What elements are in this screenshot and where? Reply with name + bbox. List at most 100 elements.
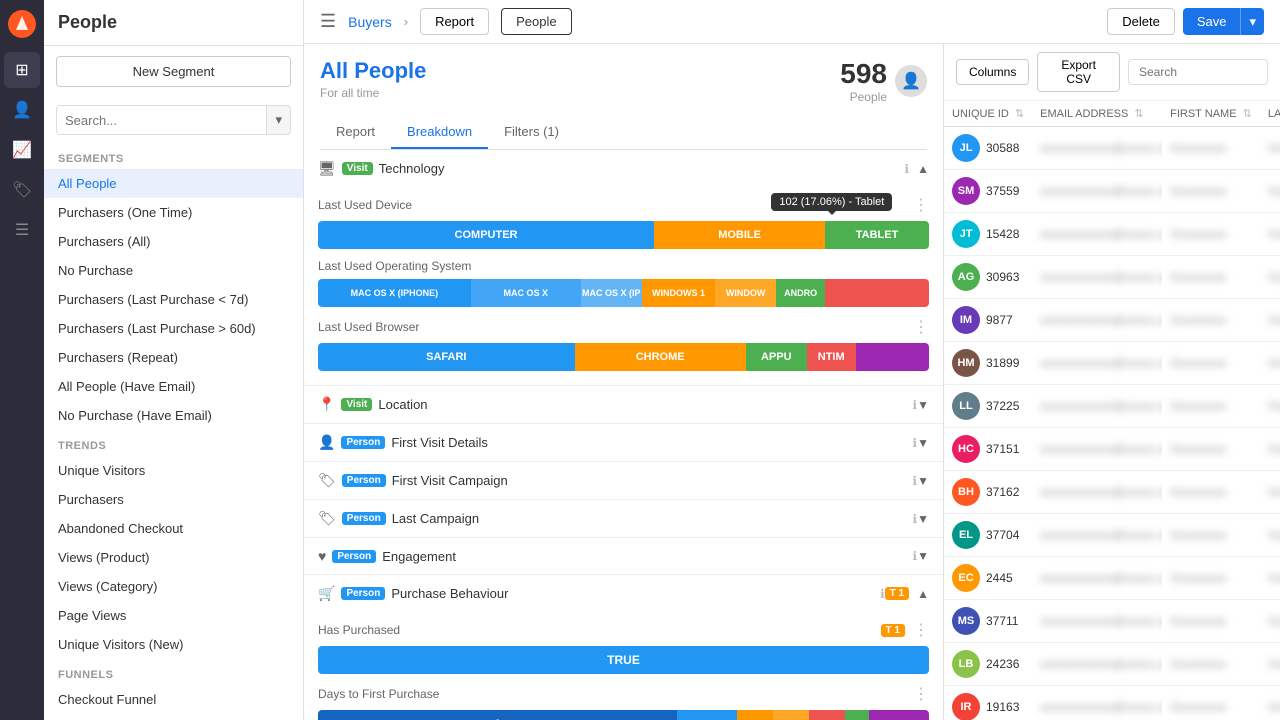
cell-uid: BH 37162 bbox=[944, 471, 1032, 514]
nav-icon-chart[interactable]: 📈 bbox=[4, 132, 40, 168]
cell-uid: IM 9877 bbox=[944, 299, 1032, 342]
table-row[interactable]: JL 30588 xxxxxxxxxxxx@xxxxx.xxx Xxxxxxxx… bbox=[944, 127, 1280, 170]
last-campaign-title: Last Campaign bbox=[392, 511, 909, 526]
trends-item-views-category[interactable]: Views (Category) bbox=[44, 572, 303, 601]
sidebar-item-purchasers-repeat[interactable]: Purchasers (Repeat) bbox=[44, 343, 303, 372]
technology-header[interactable]: 🖥 Visit Technology ℹ ▲ bbox=[304, 150, 943, 187]
last-campaign-header[interactable]: 🏷 Person Last Campaign ℹ ▼ bbox=[304, 500, 943, 537]
col-last-name[interactable]: LAST NAME ⇅ bbox=[1260, 101, 1280, 127]
sidebar-item-purchasers-7d[interactable]: Purchasers (Last Purchase < 7d) bbox=[44, 285, 303, 314]
cell-last-name: Xxxxxxxx bbox=[1260, 213, 1280, 256]
sidebar-item-all-have-email[interactable]: All People (Have Email) bbox=[44, 372, 303, 401]
first-visit-chevron-icon: ▼ bbox=[917, 436, 929, 450]
table-search-input[interactable] bbox=[1128, 59, 1268, 85]
columns-button[interactable]: Columns bbox=[956, 59, 1029, 85]
cell-uid: LB 24236 bbox=[944, 643, 1032, 686]
table-row[interactable]: AG 30963 xxxxxxxxxxxx@xxxxx.xxx Xxxxxxxx… bbox=[944, 256, 1280, 299]
table-row[interactable]: EC 2445 xxxxxxxxxxxx@xxxxx.xxx Xxxxxxxxx… bbox=[944, 557, 1280, 600]
tab-breakdown[interactable]: Breakdown bbox=[391, 116, 488, 149]
profile-icon: 👤 bbox=[895, 65, 927, 97]
save-dropdown-button[interactable]: ▾ bbox=[1240, 8, 1264, 35]
new-segment-button[interactable]: New Segment bbox=[56, 56, 291, 87]
engagement-badge: Person bbox=[332, 550, 376, 563]
sidebar-item-purchasers-one-time[interactable]: Purchasers (One Time) bbox=[44, 198, 303, 227]
cell-email: xxxxxxxxxxxx@xxxxx.xxx bbox=[1032, 686, 1162, 720]
tab-report[interactable]: Report bbox=[320, 116, 391, 149]
os-other bbox=[825, 279, 929, 307]
engagement-header[interactable]: ♥ Person Engagement ℹ ▼ bbox=[304, 538, 943, 574]
sidebar-item-purchasers-60d[interactable]: Purchasers (Last Purchase > 60d) bbox=[44, 314, 303, 343]
location-visit-badge: Visit bbox=[341, 398, 372, 411]
nav-icon-list[interactable]: ☰ bbox=[4, 212, 40, 248]
table-row[interactable]: BH 37162 xxxxxxxxxxxx@xxxxx.xxx Xxxxxxxx… bbox=[944, 471, 1280, 514]
trends-item-unique-visitors-new[interactable]: Unique Visitors (New) bbox=[44, 630, 303, 659]
col-email[interactable]: EMAIL ADDRESS ⇅ bbox=[1032, 101, 1162, 127]
col-first-name[interactable]: FIRST NAME ⇅ bbox=[1162, 101, 1260, 127]
save-button[interactable]: Save bbox=[1183, 8, 1241, 35]
first-visit-details-header[interactable]: 👤 Person First Visit Details ℹ ▼ bbox=[304, 424, 943, 461]
device-bar-container: COMPUTER MOBILE TABLET 102 (17.06%) - Ta… bbox=[318, 221, 929, 249]
purchase-behaviour-header[interactable]: 🛒 Person Purchase Behaviour ℹ T 1 ▲ bbox=[304, 575, 943, 612]
save-button-group: Save ▾ bbox=[1183, 8, 1264, 35]
table-row[interactable]: LL 37225 xxxxxxxxxxxx@xxxxx.xxx Xxxxxxxx… bbox=[944, 385, 1280, 428]
breadcrumb-buyers[interactable]: Buyers bbox=[348, 14, 392, 30]
cell-email: xxxxxxxxxxxx@xxxxx.xxx bbox=[1032, 643, 1162, 686]
has-purchased-t1: T 1 bbox=[881, 624, 905, 637]
trends-item-page-views[interactable]: Page Views bbox=[44, 601, 303, 630]
table-panel: Columns Export CSV UNIQUE ID ⇅ EMAIL ADD… bbox=[944, 44, 1280, 720]
location-chevron-icon: ▼ bbox=[917, 398, 929, 412]
sidebar-item-no-purchase[interactable]: No Purchase bbox=[44, 256, 303, 285]
campaign-icon: 🏷 bbox=[318, 472, 336, 489]
cell-first-name: Xxxxxxxxx bbox=[1162, 385, 1260, 428]
table-row[interactable]: IR 19163 xxxxxxxxxxxx@xxxxx.xxx Xxxxxxxx… bbox=[944, 686, 1280, 720]
nav-icon-tag[interactable]: 🏷 bbox=[4, 172, 40, 208]
trends-item-purchasers[interactable]: Purchasers bbox=[44, 485, 303, 514]
top-bar: ☰ Buyers › Report People Delete Save ▾ bbox=[304, 0, 1280, 44]
table-row[interactable]: HM 31899 xxxxxxxxxxxx@xxxxx.xxx Xxxxxxxx… bbox=[944, 342, 1280, 385]
sidebar-item-all-people[interactable]: All People bbox=[44, 169, 303, 198]
hamburger-icon[interactable]: ☰ bbox=[320, 11, 336, 32]
table-row[interactable]: IM 9877 xxxxxxxxxxxx@xxxxx.xxx Xxxxxxxxx… bbox=[944, 299, 1280, 342]
app-logo[interactable] bbox=[6, 8, 38, 40]
cell-email: xxxxxxxxxxxx@xxxxx.xxx bbox=[1032, 557, 1162, 600]
days-more-icon[interactable]: ⋮ bbox=[913, 684, 929, 704]
sidebar-search-input[interactable] bbox=[57, 107, 266, 134]
export-csv-button[interactable]: Export CSV bbox=[1037, 52, 1120, 92]
location-header[interactable]: 📍 Visit Location ℹ ▼ bbox=[304, 386, 943, 423]
delete-button[interactable]: Delete bbox=[1107, 8, 1175, 35]
cell-last-name: Xxxxxxxx bbox=[1260, 170, 1280, 213]
trends-section-label: TRENDS bbox=[44, 430, 303, 456]
cell-email: xxxxxxxxxxxx@xxxxx.xxx bbox=[1032, 514, 1162, 557]
os-win: WINDOW bbox=[715, 279, 776, 307]
first-visit-icon: 👤 bbox=[318, 434, 335, 451]
sidebar-item-purchasers-all[interactable]: Purchasers (All) bbox=[44, 227, 303, 256]
has-purchased-more[interactable]: ⋮ bbox=[913, 620, 929, 640]
people-button[interactable]: People bbox=[501, 8, 571, 35]
tab-filters[interactable]: Filters (1) bbox=[488, 116, 575, 149]
cell-email: xxxxxxxxxxxx@xxxxx.xxx bbox=[1032, 428, 1162, 471]
first-visit-campaign-header[interactable]: 🏷 Person First Visit Campaign ℹ ▼ bbox=[304, 462, 943, 499]
table-row[interactable]: JT 15428 xxxxxxxxxxxx@xxxxx.xxx Xxxxxxxx… bbox=[944, 213, 1280, 256]
nav-icon-people[interactable]: 👤 bbox=[4, 92, 40, 128]
trends-item-abandoned-checkout[interactable]: Abandoned Checkout bbox=[44, 514, 303, 543]
nav-icon-home[interactable]: ⊞ bbox=[4, 52, 40, 88]
cell-first-name: Xxxxxxxxx bbox=[1162, 514, 1260, 557]
trends-item-unique-visitors[interactable]: Unique Visitors bbox=[44, 456, 303, 485]
last-campaign-badge: Person bbox=[342, 512, 386, 525]
table-row[interactable]: EL 37704 xxxxxxxxxxxx@xxxxx.xxx Xxxxxxxx… bbox=[944, 514, 1280, 557]
sidebar-item-no-purchase-email[interactable]: No Purchase (Have Email) bbox=[44, 401, 303, 430]
table-row[interactable]: MS 37711 xxxxxxxxxxxx@xxxxx.xxx Xxxxxxxx… bbox=[944, 600, 1280, 643]
browser-more-icon[interactable]: ⋮ bbox=[913, 317, 929, 337]
funnels-item-checkout[interactable]: Checkout Funnel bbox=[44, 685, 303, 714]
trends-item-views-product[interactable]: Views (Product) bbox=[44, 543, 303, 572]
table-toolbar: Columns Export CSV bbox=[944, 44, 1280, 101]
location-section: 📍 Visit Location ℹ ▼ bbox=[304, 386, 943, 424]
table-row[interactable]: SM 37559 xxxxxxxxxxxx@xxxxx.xxx Xxxxxxxx… bbox=[944, 170, 1280, 213]
report-button[interactable]: Report bbox=[420, 8, 489, 35]
search-dropdown-icon[interactable]: ▾ bbox=[266, 106, 290, 134]
table-row[interactable]: LB 24236 xxxxxxxxxxxx@xxxxx.xxx Xxxxxxxx… bbox=[944, 643, 1280, 686]
device-bar: COMPUTER MOBILE TABLET bbox=[318, 221, 929, 249]
col-unique-id[interactable]: UNIQUE ID ⇅ bbox=[944, 101, 1032, 127]
device-more-icon[interactable]: ⋮ bbox=[913, 195, 929, 215]
table-row[interactable]: HC 37151 xxxxxxxxxxxx@xxxxx.xxx Xxxxxxxx… bbox=[944, 428, 1280, 471]
